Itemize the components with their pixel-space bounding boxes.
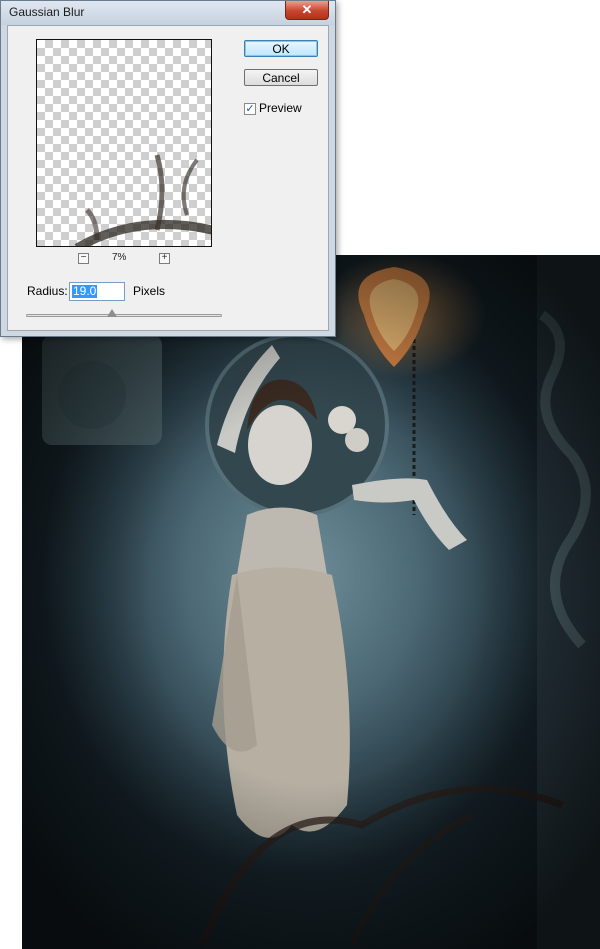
- radius-label: Radius:: [27, 284, 68, 298]
- dialog-title-bar[interactable]: Gaussian Blur ✕: [1, 1, 335, 25]
- canvas-artwork: [22, 255, 600, 949]
- artwork-vignette: [22, 255, 600, 949]
- zoom-in-icon: +: [161, 252, 168, 263]
- zoom-out-icon: −: [80, 252, 87, 263]
- close-icon: ✕: [301, 2, 313, 17]
- cancel-button[interactable]: Cancel: [244, 69, 318, 86]
- zoom-level: 7%: [112, 252, 127, 263]
- preview-branches: [74, 154, 211, 246]
- radius-slider-track[interactable]: [26, 314, 222, 317]
- zoom-in-button[interactable]: +: [159, 253, 170, 264]
- close-button[interactable]: ✕: [285, 1, 329, 20]
- gaussian-blur-dialog: Gaussian Blur ✕ OK Cancel ✓ Preview − 7%…: [0, 0, 336, 337]
- filter-preview[interactable]: [36, 39, 212, 247]
- dialog-body: OK Cancel ✓ Preview − 7% + Radius: 19.0 …: [7, 25, 329, 331]
- preview-checkbox[interactable]: ✓: [244, 103, 256, 115]
- preview-label[interactable]: Preview: [259, 101, 302, 115]
- radius-value[interactable]: 19.0: [72, 285, 98, 298]
- slider-thumb-icon[interactable]: [107, 309, 118, 317]
- ok-button[interactable]: OK: [244, 40, 318, 57]
- dialog-title: Gaussian Blur: [9, 5, 85, 19]
- radius-unit-label: Pixels: [133, 284, 166, 298]
- checkmark-icon: ✓: [245, 103, 255, 115]
- zoom-out-button[interactable]: −: [78, 253, 89, 264]
